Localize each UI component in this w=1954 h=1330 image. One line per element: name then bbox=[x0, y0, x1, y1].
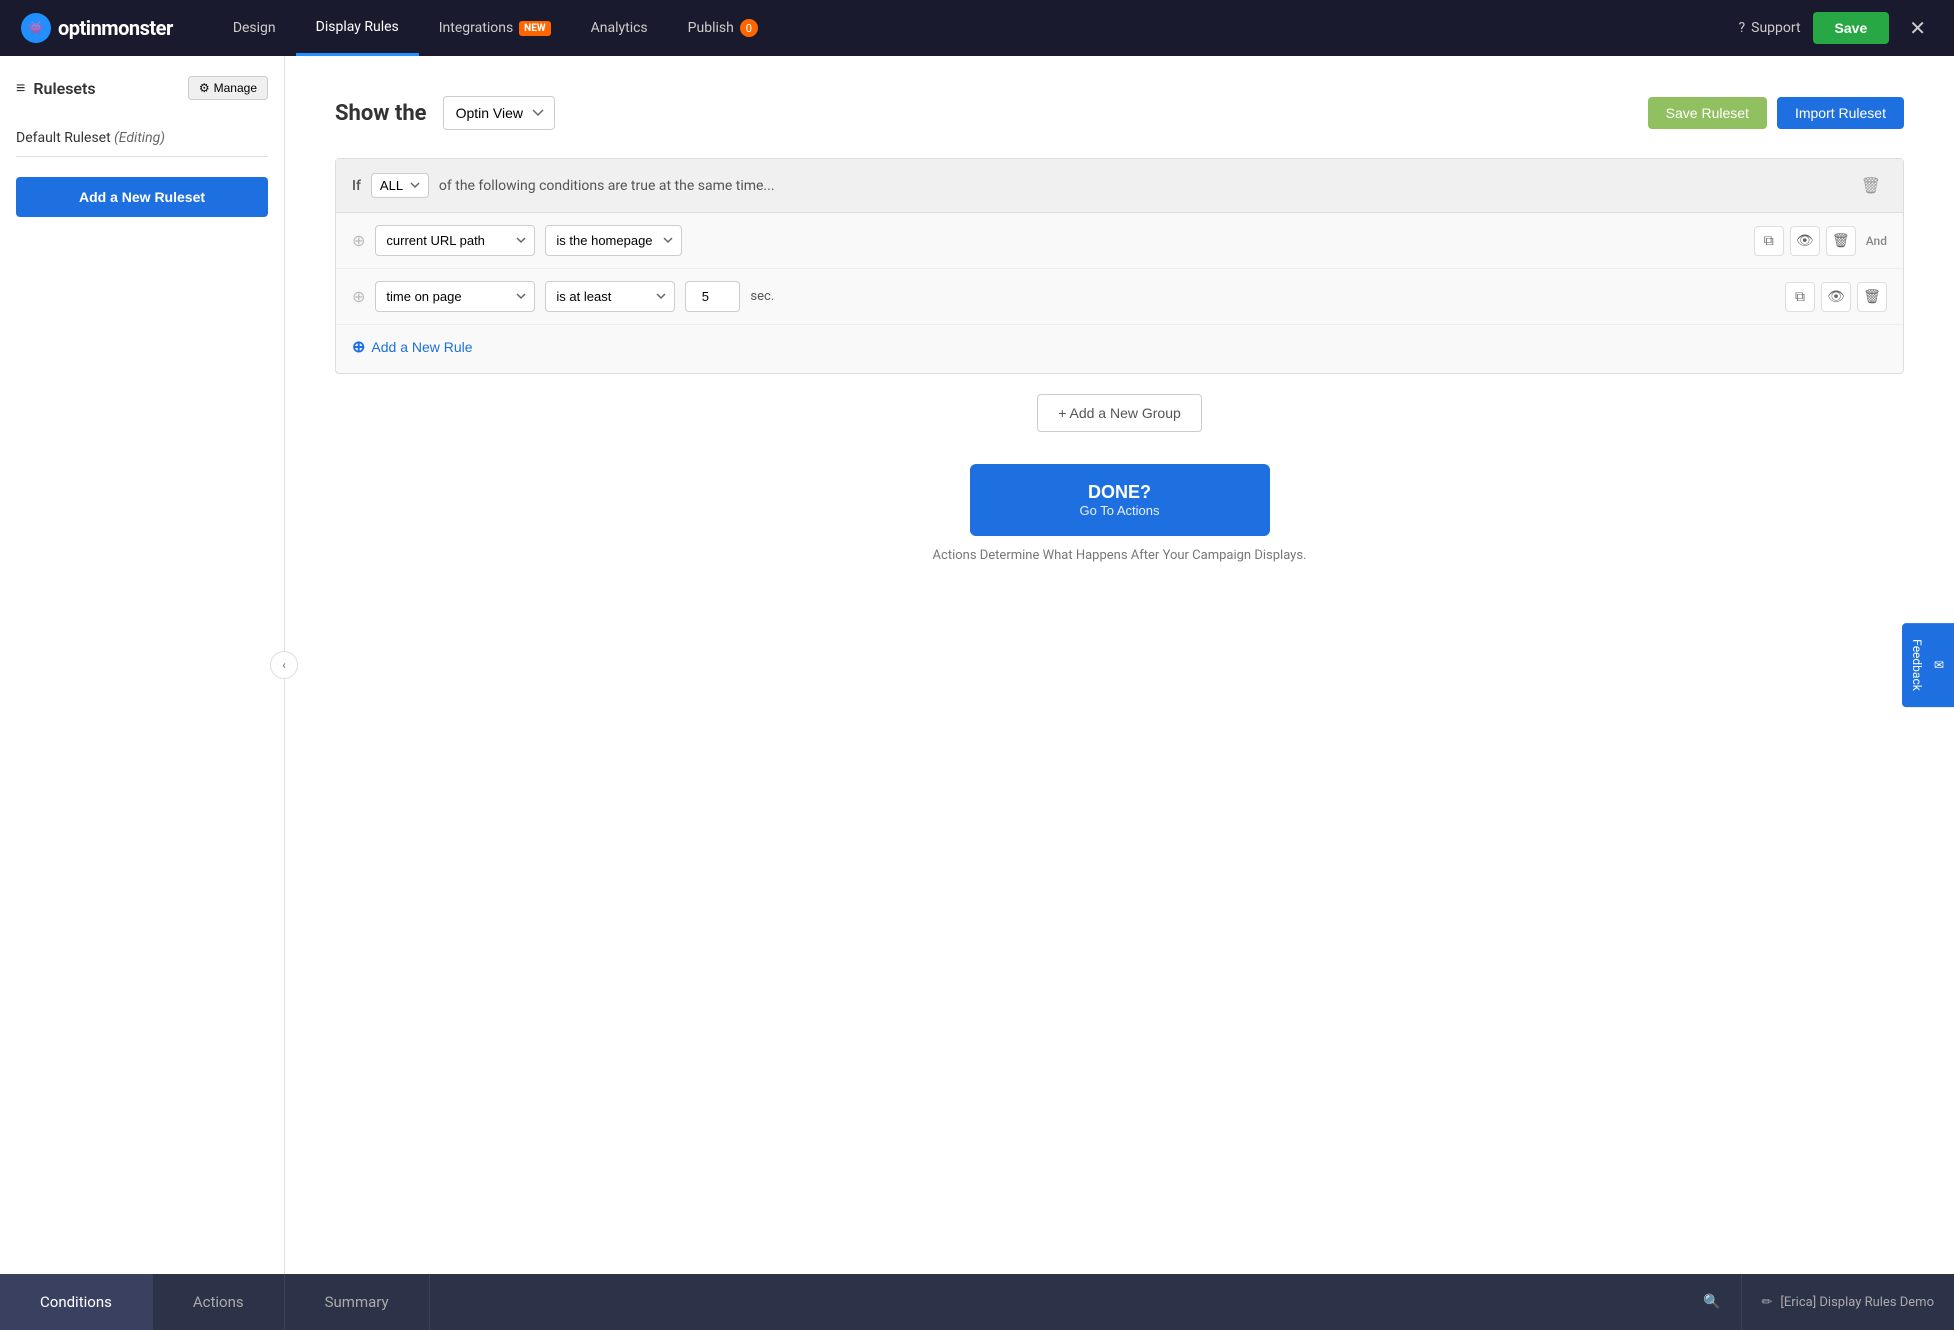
conditions-text: of the following conditions are true at … bbox=[439, 178, 775, 194]
bottom-navigation: Conditions Actions Summary 🔍 ✏ [Erica] D… bbox=[0, 1274, 1954, 1330]
add-rule-row: ⊕ Add a New Rule bbox=[336, 325, 1903, 373]
feedback-tab[interactable]: ✉ Feedback bbox=[1902, 623, 1954, 707]
copy-icon-2: ⧉ bbox=[1795, 288, 1805, 305]
delete-group-button[interactable]: 🗑 bbox=[1855, 174, 1887, 198]
question-icon: ? bbox=[1739, 20, 1746, 36]
rule1-copy-button[interactable]: ⧉ bbox=[1754, 226, 1784, 256]
feedback-icon: ✉ bbox=[1932, 658, 1946, 672]
add-group-button[interactable]: + Add a New Group bbox=[1037, 394, 1202, 432]
plus-circle-icon: ⊕ bbox=[352, 337, 365, 357]
trash-icon-2: 🗑 bbox=[1863, 288, 1881, 305]
bottom-tab-summary[interactable]: Summary bbox=[285, 1274, 430, 1330]
trash-icon: 🗑 bbox=[1861, 178, 1881, 195]
sec-label: sec. bbox=[750, 289, 774, 304]
manage-button[interactable]: ⚙ Manage bbox=[188, 76, 268, 100]
trash-icon-1: 🗑 bbox=[1832, 232, 1850, 249]
rule1-field1-select[interactable]: current URL path bbox=[375, 225, 535, 256]
add-ruleset-button[interactable]: Add a New Ruleset bbox=[16, 177, 268, 217]
save-button[interactable]: Save bbox=[1813, 12, 1890, 44]
list-icon: ≡ bbox=[16, 78, 25, 98]
nav-display-rules[interactable]: Display Rules bbox=[296, 0, 419, 56]
add-rule-label: Add a New Rule bbox=[371, 339, 472, 355]
and-label-1: And bbox=[1866, 234, 1887, 248]
main-layout: ≡ Rulesets ⚙ Manage Default Ruleset (Edi… bbox=[0, 56, 1954, 1274]
publish-badge: 0 bbox=[740, 19, 758, 37]
support-label: Support bbox=[1751, 20, 1800, 36]
rule2-eye-button[interactable]: 👁 bbox=[1821, 282, 1851, 312]
nav-right: ? Support Save ✕ bbox=[1739, 12, 1935, 45]
rule-row-2: ⊕ time on page is at least sec. ⧉ 👁 bbox=[336, 269, 1903, 325]
conditions-header: If ALL of the following conditions are t… bbox=[336, 159, 1903, 213]
integrations-new-badge: NEW bbox=[519, 21, 550, 36]
sidebar: ≡ Rulesets ⚙ Manage Default Ruleset (Edi… bbox=[0, 56, 285, 1274]
support-button[interactable]: ? Support bbox=[1739, 20, 1801, 36]
nav-integrations[interactable]: Integrations NEW bbox=[419, 0, 571, 56]
rule2-field2-select[interactable]: is at least bbox=[545, 281, 675, 312]
done-section: DONE? Go To Actions Actions Determine Wh… bbox=[335, 464, 1904, 563]
header-buttons: Save Ruleset Import Ruleset bbox=[1648, 97, 1904, 129]
save-ruleset-button[interactable]: Save Ruleset bbox=[1648, 97, 1767, 129]
rulesets-title: ≡ Rulesets bbox=[16, 78, 96, 98]
logo-text: optinmonster bbox=[58, 16, 173, 40]
optin-view-select[interactable]: Optin View bbox=[443, 96, 555, 130]
logo-icon: 👾 bbox=[20, 12, 52, 44]
nav-publish[interactable]: Publish 0 bbox=[668, 0, 778, 56]
top-navigation: 👾 optinmonster Design Display Rules Inte… bbox=[0, 0, 1954, 56]
drag-handle-2[interactable]: ⊕ bbox=[352, 287, 365, 306]
show-the-label: Show the bbox=[335, 101, 427, 126]
nav-analytics[interactable]: Analytics bbox=[571, 0, 668, 56]
done-subtitle: Go To Actions bbox=[1030, 503, 1210, 518]
sidebar-header: ≡ Rulesets ⚙ Manage bbox=[16, 76, 268, 100]
conditions-block: If ALL of the following conditions are t… bbox=[335, 158, 1904, 374]
rule-row-1: ⊕ current URL path is the homepage ⧉ 👁 🗑 bbox=[336, 213, 1903, 269]
add-group-section: + Add a New Group bbox=[335, 394, 1904, 432]
default-ruleset: Default Ruleset (Editing) bbox=[16, 120, 268, 157]
nav-design[interactable]: Design bbox=[213, 0, 296, 56]
rule1-field2-select[interactable]: is the homepage bbox=[545, 225, 682, 256]
rule2-actions: ⧉ 👁 🗑 bbox=[1785, 282, 1887, 312]
rule1-eye-button[interactable]: 👁 bbox=[1790, 226, 1820, 256]
eye-icon: 👁 bbox=[1796, 232, 1814, 249]
show-the-row: Show the Optin View Save Ruleset Import … bbox=[335, 96, 1904, 130]
nav-links: Design Display Rules Integrations NEW An… bbox=[213, 0, 1739, 56]
rule1-delete-button[interactable]: 🗑 bbox=[1826, 226, 1856, 256]
feedback-label: Feedback bbox=[1910, 639, 1924, 691]
edit-icon: ✏ bbox=[1762, 1295, 1773, 1310]
rule1-actions: ⧉ 👁 🗑 bbox=[1754, 226, 1856, 256]
bottom-user-info: ✏ [Erica] Display Rules Demo bbox=[1741, 1274, 1954, 1330]
done-description: Actions Determine What Happens After You… bbox=[335, 548, 1904, 563]
nav-integrations-label: Integrations bbox=[439, 20, 513, 36]
bottom-tab-actions[interactable]: Actions bbox=[153, 1274, 285, 1330]
gear-icon: ⚙ bbox=[199, 81, 210, 95]
all-select[interactable]: ALL bbox=[371, 173, 429, 198]
main-content: Show the Optin View Save Ruleset Import … bbox=[285, 56, 1954, 1274]
rule2-field1-select[interactable]: time on page bbox=[375, 281, 535, 312]
if-label: If bbox=[352, 178, 361, 194]
editing-label: (Editing) bbox=[114, 130, 165, 146]
sidebar-collapse-button[interactable]: ‹ bbox=[270, 651, 298, 679]
nav-publish-label: Publish bbox=[688, 20, 734, 36]
rule2-copy-button[interactable]: ⧉ bbox=[1785, 282, 1815, 312]
bottom-search-button[interactable]: 🔍 bbox=[1683, 1274, 1740, 1330]
done-button[interactable]: DONE? Go To Actions bbox=[970, 464, 1270, 536]
user-label: [Erica] Display Rules Demo bbox=[1780, 1295, 1934, 1310]
logo[interactable]: 👾 optinmonster bbox=[20, 12, 173, 44]
copy-icon: ⧉ bbox=[1764, 232, 1774, 249]
default-ruleset-label: Default Ruleset bbox=[16, 130, 111, 146]
rulesets-label: Rulesets bbox=[33, 79, 95, 98]
manage-label: Manage bbox=[214, 81, 257, 95]
add-rule-button[interactable]: ⊕ Add a New Rule bbox=[352, 337, 473, 357]
search-icon: 🔍 bbox=[1703, 1294, 1720, 1310]
svg-text:👾: 👾 bbox=[27, 21, 44, 37]
rule2-delete-button[interactable]: 🗑 bbox=[1857, 282, 1887, 312]
done-title: DONE? bbox=[1088, 482, 1151, 502]
import-ruleset-button[interactable]: Import Ruleset bbox=[1777, 97, 1904, 129]
eye-icon-2: 👁 bbox=[1827, 288, 1845, 305]
rule2-number-input[interactable] bbox=[685, 281, 740, 312]
close-button[interactable]: ✕ bbox=[1901, 12, 1934, 45]
drag-handle-1[interactable]: ⊕ bbox=[352, 231, 365, 250]
bottom-tab-conditions[interactable]: Conditions bbox=[0, 1274, 153, 1330]
